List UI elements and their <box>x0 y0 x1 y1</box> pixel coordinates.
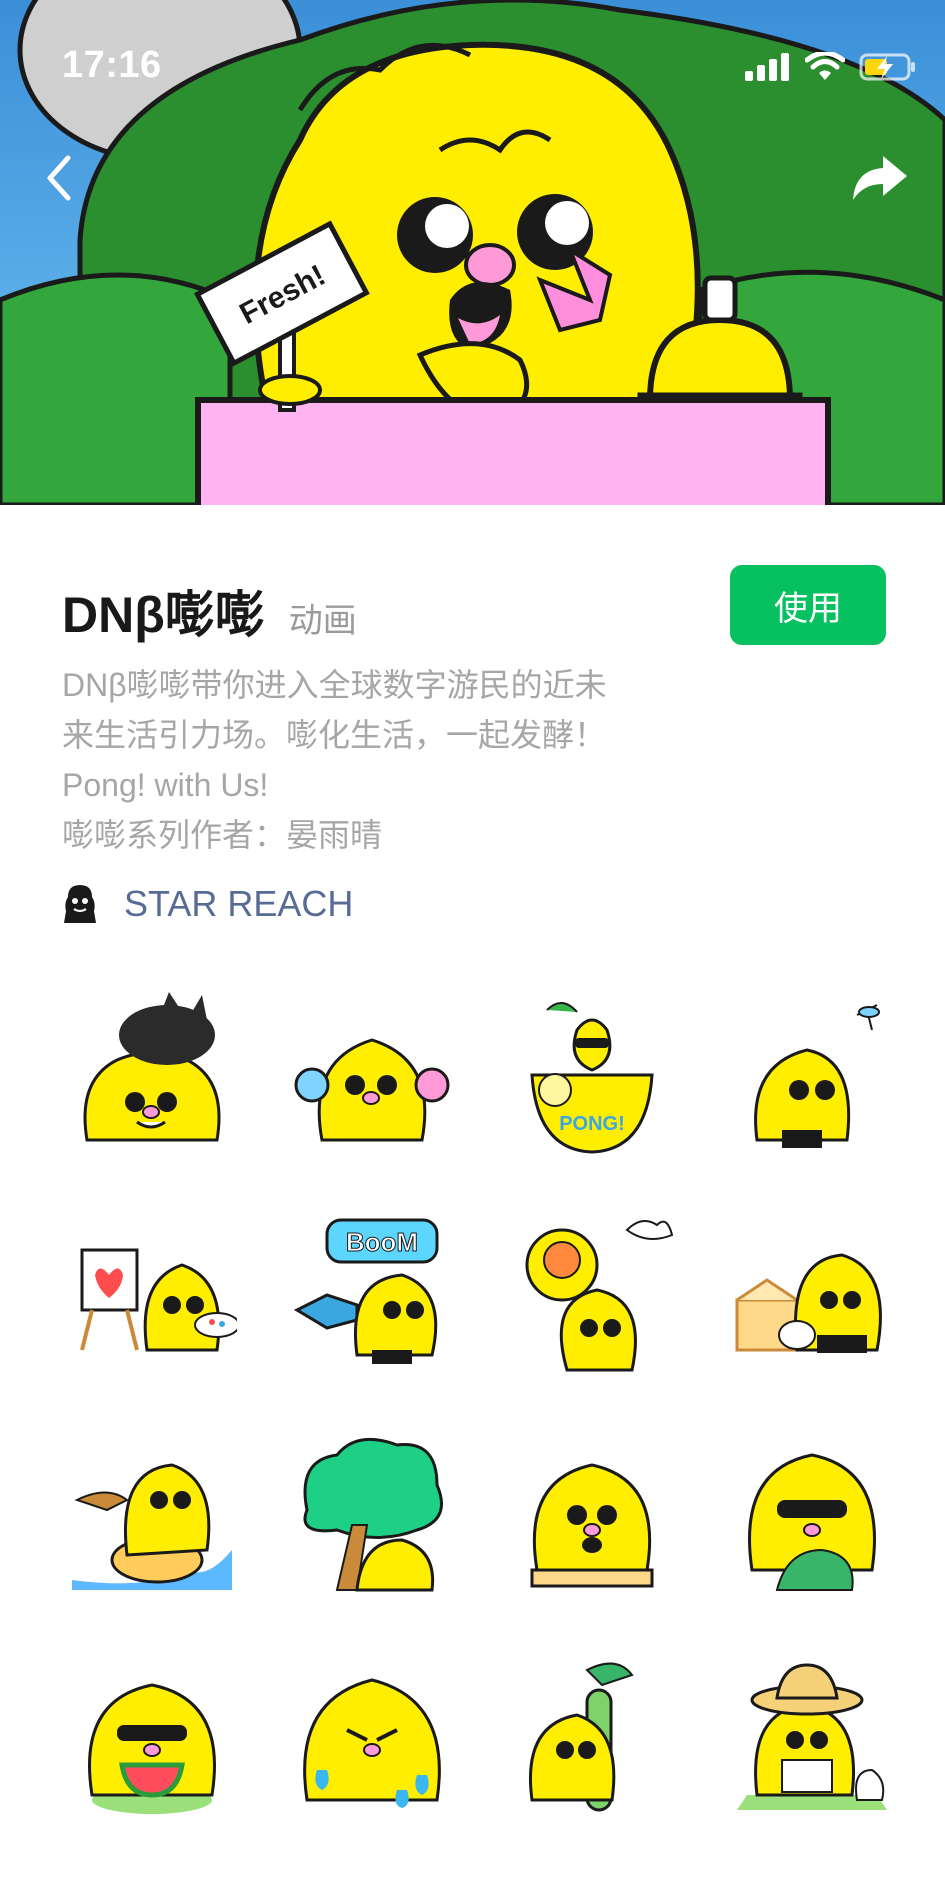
description-line: DNβ嘭嘭带你进入全球数字游民的近未 <box>62 667 607 703</box>
signal-icon <box>745 53 789 81</box>
description-line: 来生活引力场。嘭化生活，一起发酵！ <box>62 717 607 753</box>
sticker-watermelon[interactable] <box>42 1625 262 1845</box>
sticker-boom-horn[interactable]: BooM <box>262 1185 482 1405</box>
sticker-rainbow-earmuffs[interactable] <box>262 965 482 1185</box>
use-button[interactable]: 使用 <box>730 565 886 645</box>
description-line: Pong! with Us! <box>62 767 269 803</box>
description-line: 嘭嘭系列作者：晏雨晴 <box>62 817 383 853</box>
sticker-cat-on-head[interactable] <box>42 965 262 1185</box>
sticker-honey-box[interactable] <box>702 1185 922 1405</box>
svg-text:PONG!: PONG! <box>559 1113 625 1135</box>
sticker-crying[interactable] <box>262 1625 482 1845</box>
sticker-mosquito[interactable] <box>702 965 922 1185</box>
sticker-lemon-drink[interactable]: PONG! <box>482 965 702 1185</box>
author-avatar-icon <box>64 885 96 923</box>
back-button[interactable] <box>34 150 90 206</box>
sticker-painting[interactable] <box>42 1185 262 1405</box>
author-name[interactable]: STAR REACH <box>124 883 353 925</box>
wifi-icon <box>805 52 845 80</box>
sticker-sitting-stool[interactable] <box>482 1405 702 1625</box>
sticker-grid: PONG! BooM <box>42 965 922 1845</box>
battery-charging-icon <box>859 53 915 81</box>
sticker-sunglasses-grass[interactable] <box>702 1405 922 1625</box>
status-time: 17:16 <box>62 44 162 86</box>
share-arrow-icon <box>853 156 907 200</box>
sticker-under-tree[interactable] <box>262 1405 482 1625</box>
svg-text:BooM: BooM <box>346 1227 418 1257</box>
sticker-duck-surfing[interactable] <box>42 1405 262 1625</box>
sticker-banner: Fresh! 17:16 <box>0 0 945 505</box>
sticker-sunflower[interactable] <box>482 1185 702 1405</box>
chevron-left-icon <box>47 155 71 201</box>
author-link[interactable]: STAR REACH <box>62 883 353 925</box>
pack-title: DNβ嘭嘭 <box>62 587 265 643</box>
pack-type-tag: 动画 <box>288 602 357 640</box>
pack-description: DNβ嘭嘭带你进入全球数字游民的近未 来生活引力场。嘭化生活，一起发酵！ Pon… <box>62 660 682 860</box>
sticker-cactus-hug[interactable] <box>482 1625 702 1845</box>
status-bar: 17:16 <box>0 0 945 110</box>
sticker-straw-hat-reading[interactable] <box>702 1625 922 1845</box>
share-button[interactable] <box>849 150 909 206</box>
